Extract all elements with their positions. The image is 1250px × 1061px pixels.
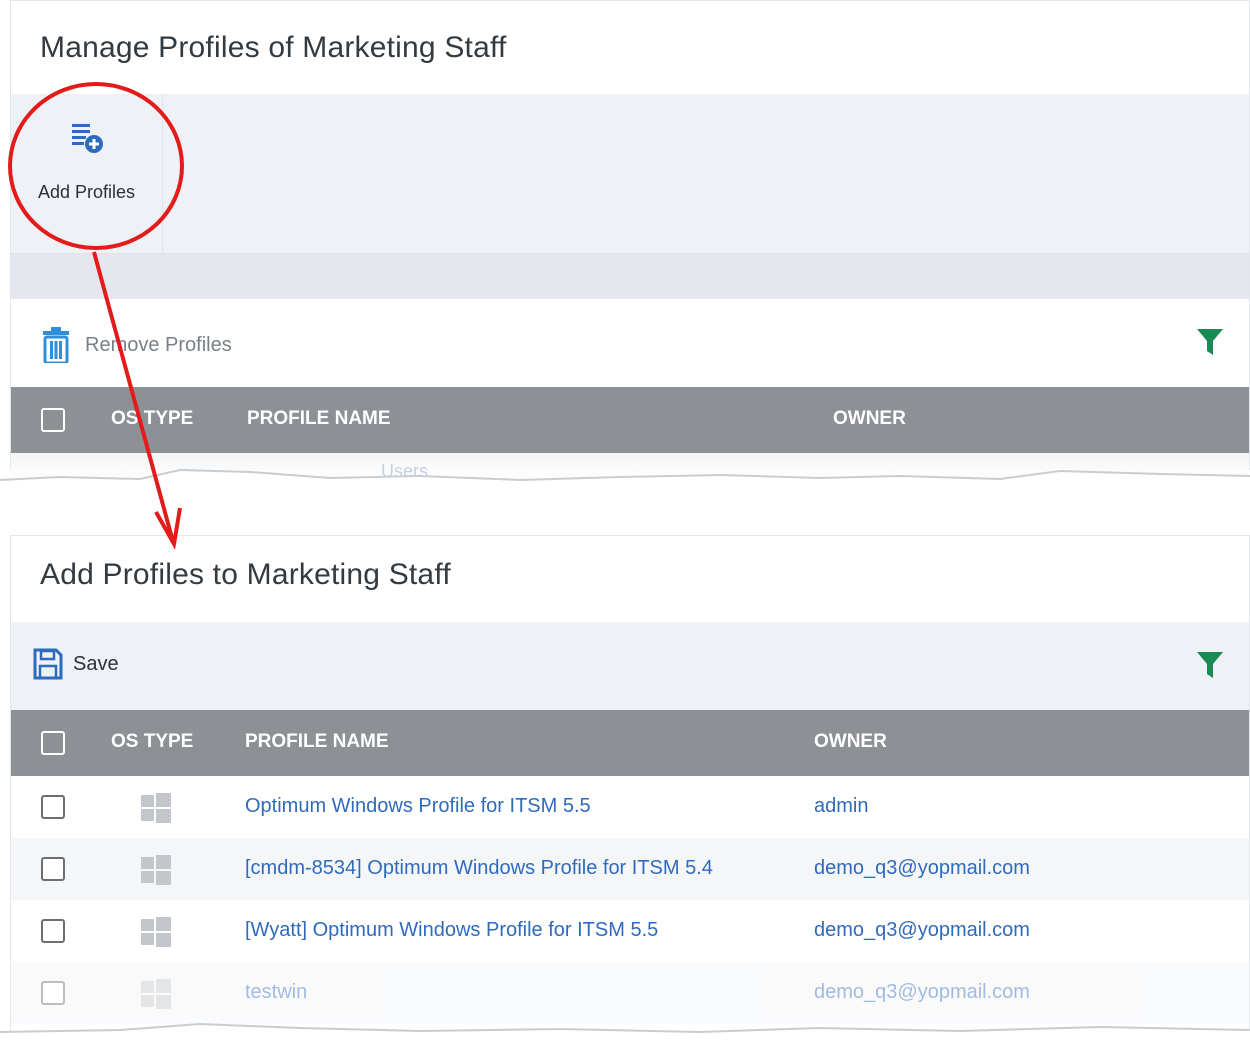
remove-profiles-button[interactable]: Remove Profiles bbox=[41, 325, 232, 365]
owner-value: admin bbox=[814, 795, 869, 817]
col-profile-name[interactable]: PROFILE NAME bbox=[247, 408, 391, 430]
owner-value: demo_q3@yopmail.com bbox=[814, 919, 1030, 941]
row-checkbox[interactable] bbox=[41, 795, 65, 819]
save-icon bbox=[33, 648, 63, 680]
windows-icon bbox=[141, 855, 171, 885]
row-checkbox[interactable] bbox=[41, 919, 65, 943]
profile-name-link[interactable]: [cmdm-8534] Optimum Windows Profile for … bbox=[245, 857, 713, 880]
profile-name-link[interactable]: testwin bbox=[245, 981, 307, 1004]
windows-icon bbox=[141, 917, 171, 947]
manage-actions-bar: Remove Profiles bbox=[11, 299, 1249, 387]
trash-icon bbox=[43, 327, 69, 363]
select-all-checkbox[interactable] bbox=[41, 731, 65, 755]
divider-strip bbox=[11, 254, 1249, 299]
col-owner[interactable]: OWNER bbox=[814, 731, 887, 753]
windows-icon bbox=[141, 979, 171, 1009]
manage-profiles-panel: Manage Profiles of Marketing Staff Add P… bbox=[10, 0, 1250, 483]
manage-profiles-title: Manage Profiles of Marketing Staff bbox=[40, 31, 507, 64]
select-all-checkbox[interactable] bbox=[41, 408, 65, 432]
filter-icon[interactable] bbox=[1195, 327, 1225, 357]
windows-icon bbox=[141, 793, 171, 823]
add-profiles-button[interactable]: Add Profiles bbox=[11, 94, 163, 254]
row-checkbox[interactable] bbox=[41, 857, 65, 881]
table-row[interactable]: [cmdm-8534] Optimum Windows Profile for … bbox=[11, 838, 1249, 900]
add-toolbar: Save bbox=[11, 622, 1249, 710]
manage-table-header: OS TYPE PROFILE NAME OWNER bbox=[11, 387, 1249, 453]
owner-value: demo_q3@yopmail.com bbox=[814, 857, 1030, 879]
remove-profiles-label: Remove Profiles bbox=[85, 333, 232, 356]
owner-value: demo_q3@yopmail.com bbox=[814, 981, 1030, 1003]
save-label: Save bbox=[73, 652, 119, 675]
row-checkbox[interactable] bbox=[41, 981, 65, 1005]
profile-name-link[interactable]: Optimum Windows Profile for ITSM 5.5 bbox=[245, 795, 591, 818]
torn-edge bbox=[0, 468, 1250, 492]
manage-toolbar: Add Profiles bbox=[11, 94, 1249, 254]
list-add-icon bbox=[72, 124, 103, 153]
col-profile-name[interactable]: PROFILE NAME bbox=[245, 731, 389, 753]
add-profiles-label: Add Profiles bbox=[37, 182, 136, 202]
col-os-type[interactable]: OS TYPE bbox=[111, 731, 193, 753]
table-row[interactable]: testwin demo_q3@yopmail.com bbox=[11, 962, 1249, 1024]
add-profiles-panel: Add Profiles to Marketing Staff Save OS … bbox=[10, 535, 1250, 1050]
col-os-type[interactable]: OS TYPE bbox=[111, 408, 193, 430]
filter-icon[interactable] bbox=[1195, 650, 1225, 680]
table-row[interactable]: Optimum Windows Profile for ITSM 5.5 adm… bbox=[11, 776, 1249, 838]
save-button[interactable]: Save bbox=[33, 648, 119, 680]
torn-edge-bottom bbox=[0, 1022, 1250, 1061]
add-table-header: OS TYPE PROFILE NAME OWNER bbox=[11, 710, 1249, 776]
add-profiles-title: Add Profiles to Marketing Staff bbox=[40, 558, 451, 591]
col-owner[interactable]: OWNER bbox=[833, 408, 906, 430]
profile-name-link[interactable]: [Wyatt] Optimum Windows Profile for ITSM… bbox=[245, 919, 658, 942]
table-row[interactable]: [Wyatt] Optimum Windows Profile for ITSM… bbox=[11, 900, 1249, 962]
